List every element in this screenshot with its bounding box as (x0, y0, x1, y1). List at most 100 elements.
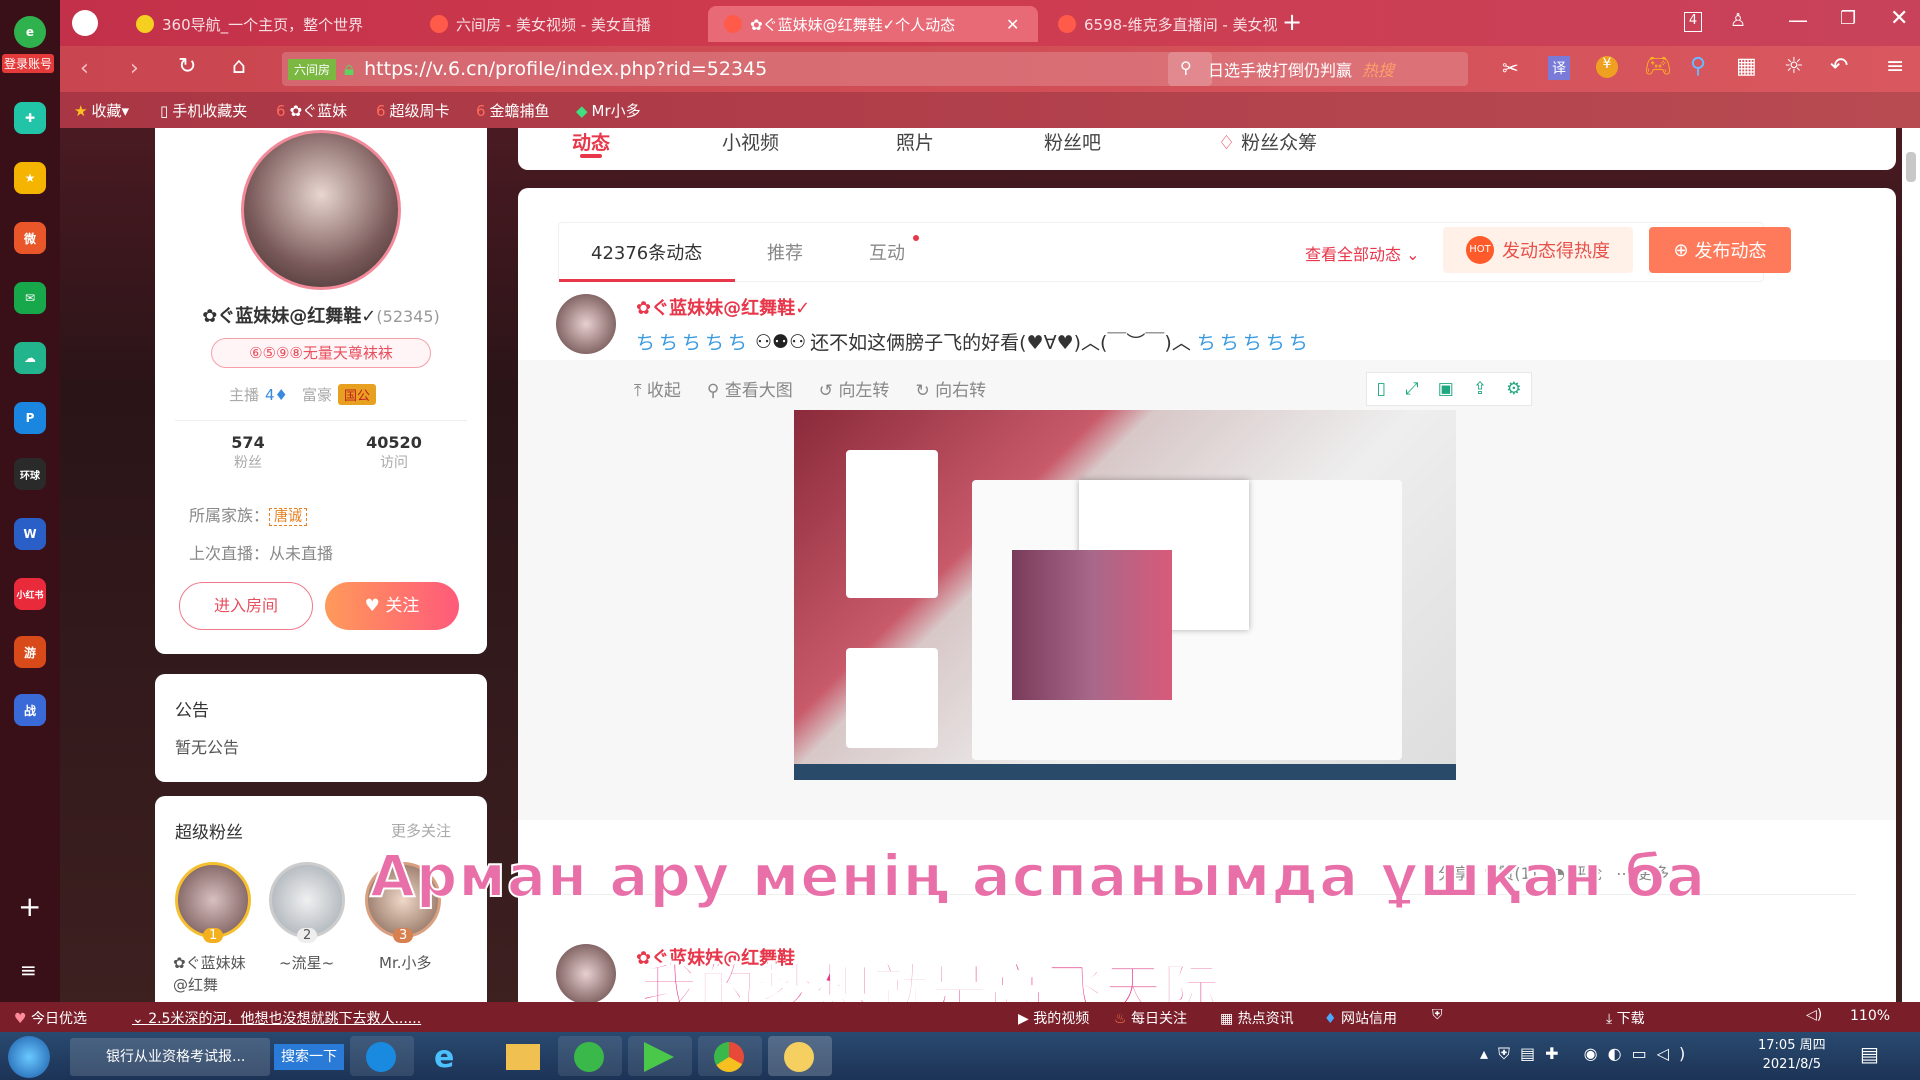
weibo-icon[interactable]: 微 (14, 222, 46, 254)
shield-icon[interactable]: ⛨ (1432, 1007, 1443, 1023)
new-tab-button[interactable]: + (1282, 8, 1302, 36)
nav-tab-videos[interactable]: 小视频 (722, 128, 779, 155)
fans-stat[interactable]: 574 粉丝 (175, 433, 321, 472)
ai-icon[interactable]: ✚ (14, 102, 46, 134)
settings-icon[interactable]: ⚙ (1506, 379, 1521, 399)
fullscreen-icon[interactable]: ⤢ (1405, 379, 1419, 399)
view-large-button[interactable]: ⚲ 查看大图 (707, 376, 793, 401)
news-ticker[interactable]: ⌄ 2.5米深的河，他想也没想就跳下去救人...... (132, 1008, 421, 1028)
fav-item[interactable]: 6 ✿ぐ蓝妹 (276, 100, 347, 121)
close-icon[interactable]: ✕ (1006, 15, 1019, 34)
nav-tab-fanbar[interactable]: 粉丝吧 (1044, 128, 1101, 155)
zoom-level[interactable]: 110% (1850, 1008, 1890, 1024)
p-app-icon[interactable]: P (14, 402, 46, 434)
undo-icon[interactable]: ↶ (1830, 54, 1848, 79)
taskbar-360-icon[interactable] (558, 1036, 622, 1076)
xiaohongshu-icon[interactable]: 小红书 (14, 578, 46, 610)
tray-icons[interactable]: ▴⛨▤✚ ◉◐▭◁) (1480, 1044, 1695, 1064)
translate-icon[interactable]: 译 (1548, 56, 1570, 80)
volume-icon[interactable]: ◁) (1806, 1007, 1822, 1023)
taskbar-search-button[interactable]: 搜索一下 (274, 1044, 344, 1070)
apps-icon[interactable]: ▦ (1736, 54, 1757, 79)
tab-all-posts[interactable]: 42376条动态 (591, 239, 702, 265)
post-avatar[interactable] (556, 944, 616, 1002)
login-label[interactable]: 登录账号 (2, 54, 55, 73)
taskbar-ie-icon[interactable]: e (418, 1036, 482, 1076)
maximize-button[interactable]: ❐ (1840, 8, 1856, 29)
more-follow-link[interactable]: 更多关注 (391, 820, 451, 841)
nav-tab-crowdfund[interactable]: ♢ 粉丝众筹 (1218, 128, 1317, 155)
visits-stat[interactable]: 40520 访问 (321, 433, 467, 472)
home-icon[interactable]: ⌂ (232, 54, 246, 79)
fan-name[interactable]: Mr.小多 (379, 952, 432, 973)
fan-avatar[interactable] (269, 862, 345, 938)
status-item[interactable]: ♨ 每日关注 (1114, 1008, 1187, 1028)
browser-logo-icon[interactable]: e (14, 16, 46, 48)
scrollbar[interactable] (1902, 128, 1920, 1002)
theme-icon[interactable]: ☼ (1784, 54, 1804, 79)
phone-icon[interactable]: ▯ (1377, 379, 1386, 399)
status-item[interactable]: ▦ 热点资讯 (1220, 1008, 1294, 1028)
tab-6cn[interactable]: 六间房 - 美女视频 - 美女直播 (414, 6, 704, 42)
fav-item[interactable]: ◆ Mr小多 (576, 100, 641, 121)
more-menu-icon[interactable]: ≡ (1886, 54, 1904, 79)
fav-item[interactable]: 6 超级周卡 (376, 100, 450, 121)
magnifier-icon[interactable]: ⚲ (1690, 54, 1706, 79)
fan-name[interactable]: ~流星~ (279, 952, 334, 973)
close-window-button[interactable]: ✕ (1890, 6, 1908, 31)
post-screenshot-image[interactable] (794, 410, 1456, 780)
rotate-right-button[interactable]: ↻ 向右转 (915, 376, 986, 401)
game3-icon[interactable]: 战 (14, 694, 46, 726)
fav-item[interactable]: ▯ 手机收藏夹 (160, 100, 247, 121)
post-author[interactable]: ✿ぐ蓝妹妹@红舞鞋✓ (636, 294, 810, 320)
scroll-thumb[interactable] (1906, 152, 1916, 182)
taskbar-k-app[interactable] (350, 1036, 414, 1076)
post-avatar[interactable] (556, 294, 616, 354)
follow-button[interactable]: ♥ 关注 (325, 582, 459, 630)
compass-icon[interactable] (72, 10, 98, 36)
clock[interactable]: 17:05 周四 2021/8/5 (1758, 1036, 1826, 1074)
save-icon[interactable]: ▣ (1438, 379, 1454, 399)
fav-item[interactable]: 6 金蟾捕鱼 (476, 100, 550, 121)
share-icon[interactable]: ⇪ (1473, 379, 1487, 399)
heat-button[interactable]: HOT 发动态得热度 (1443, 227, 1633, 273)
tab-recommend[interactable]: 推荐 (767, 239, 803, 265)
taskbar-chrome-icon[interactable] (698, 1036, 762, 1076)
taskbar-avatar-app[interactable] (768, 1036, 832, 1076)
tab-360[interactable]: 360导航_一个主页，整个世界 (120, 6, 410, 42)
status-item[interactable]: ♦ 网站信用 (1324, 1008, 1397, 1028)
back-icon[interactable]: ‹ (80, 56, 89, 81)
gamepad-icon[interactable]: 🎮︎ (1644, 54, 1672, 79)
taskbar-folder-icon[interactable] (490, 1036, 554, 1076)
star-icon[interactable]: ★ (14, 162, 46, 194)
enter-room-button[interactable]: 进入房间 (179, 582, 313, 630)
notification-icon[interactable]: ▤ (1860, 1042, 1879, 1066)
nav-tab-feed[interactable]: 动态 (572, 128, 610, 155)
taskbar-player-icon[interactable] (628, 1036, 692, 1076)
taskbar-ie-app[interactable]: 银行从业资格考试报... (70, 1038, 270, 1076)
tab-interact[interactable]: 互动 (869, 239, 905, 265)
tab-count-badge[interactable]: 4 (1684, 12, 1702, 32)
minimize-button[interactable]: — (1788, 8, 1808, 32)
shirt-icon[interactable]: ♙ (1730, 10, 1746, 31)
add-icon[interactable]: + (18, 890, 41, 923)
forward-icon[interactable]: › (130, 56, 139, 81)
view-all-dropdown[interactable]: 查看全部动态 ⌄ (1305, 241, 1420, 265)
cut-icon[interactable]: ✂ (1502, 56, 1519, 80)
start-button[interactable] (8, 1036, 50, 1078)
collapse-button[interactable]: ⤒ 收起 (634, 376, 681, 401)
fan-name[interactable]: ✿ぐ蓝妹妹@红舞 (173, 952, 253, 996)
nav-tab-photos[interactable]: 照片 (896, 128, 934, 155)
avatar[interactable] (241, 130, 401, 290)
download-button[interactable]: ⤓ 下载 (1606, 1008, 1645, 1028)
url-field[interactable]: 六间房 🔒︎ https://v.6.cn/profile/index.php?… (282, 52, 1212, 86)
status-item[interactable]: ▶ 我的视频 (1018, 1008, 1089, 1028)
family-badge[interactable]: 唐诚 (269, 508, 308, 526)
fan-avatar[interactable] (175, 862, 251, 938)
doc-icon[interactable]: W (14, 518, 46, 550)
refresh-icon[interactable]: ↻ (178, 54, 196, 79)
game2-icon[interactable]: 游 (14, 636, 46, 668)
game-app-icon[interactable]: 环球 (14, 458, 46, 490)
menu-icon[interactable]: ≡ (20, 958, 37, 982)
tab-profile[interactable]: ✿ぐ蓝妹妹@红舞鞋✓个人动态 ✕ (708, 6, 1038, 42)
